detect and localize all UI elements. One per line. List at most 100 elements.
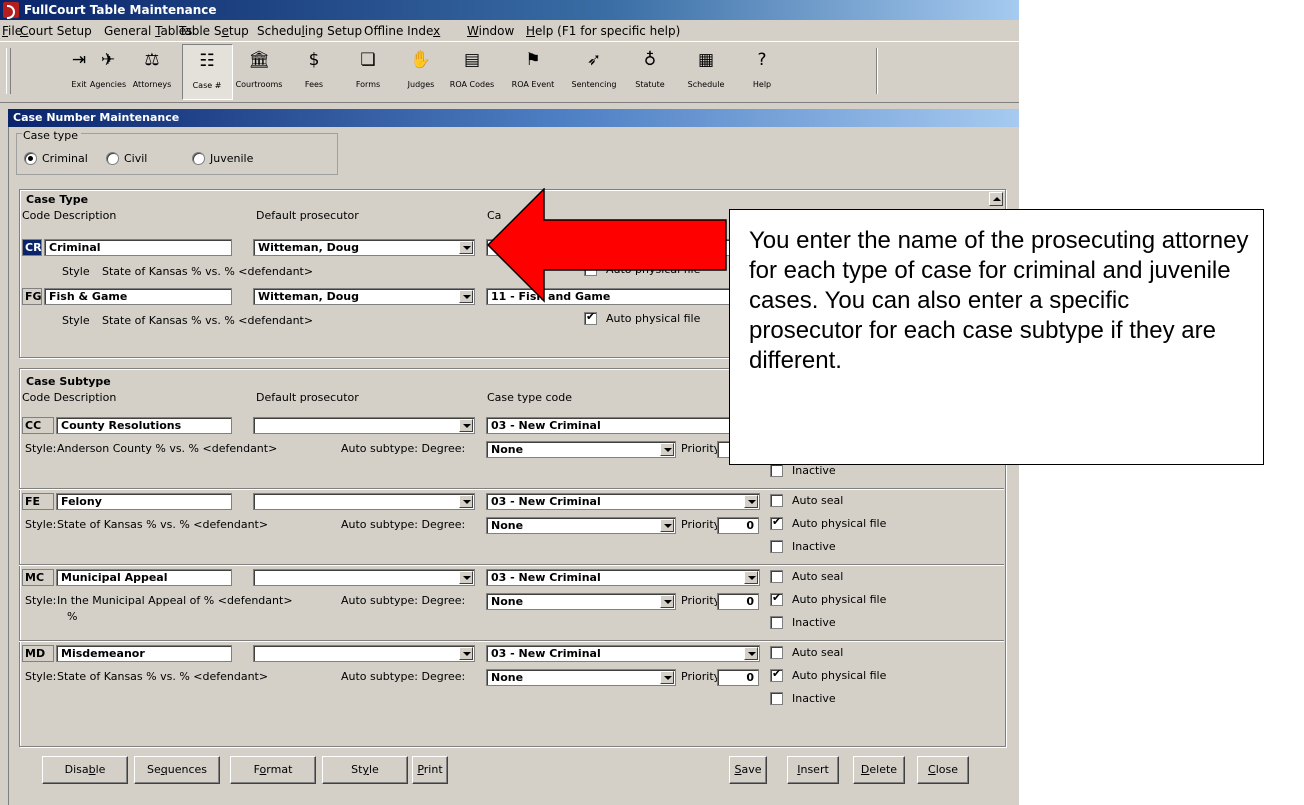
row-code-fe[interactable]: FE bbox=[22, 493, 54, 510]
degree-select[interactable]: None bbox=[486, 669, 676, 686]
sequences-button[interactable]: Sequences bbox=[134, 756, 220, 784]
default-prosecutor-select[interactable] bbox=[253, 645, 475, 662]
delete-button[interactable]: Delete bbox=[853, 756, 905, 784]
row-code-fg[interactable]: FG bbox=[22, 288, 42, 305]
menu-label-post: ourt Setup bbox=[28, 24, 92, 38]
toolbar-forms-button[interactable]: ❏ Forms bbox=[344, 44, 393, 98]
description-field[interactable]: County Resolutions bbox=[56, 417, 232, 434]
description-field[interactable]: Misdemeanor bbox=[56, 645, 232, 662]
toolbar-roa-event-button[interactable]: ⚑ ROA Event bbox=[505, 44, 562, 98]
case-type-code-select[interactable]: 03 - New Criminal bbox=[486, 493, 760, 510]
toolbar-agencies-button[interactable]: ✈ Agencies bbox=[88, 44, 128, 98]
auto-seal-checkbox[interactable] bbox=[770, 570, 783, 583]
chevron-down-icon[interactable] bbox=[459, 571, 473, 584]
toolbar-attorneys-button[interactable]: ⚖ Attorneys bbox=[127, 44, 177, 98]
auto-physical-file-checkbox[interactable] bbox=[770, 591, 783, 606]
row-code-cr[interactable]: CR bbox=[22, 239, 42, 256]
menu-label-pre: Offline Inde bbox=[364, 24, 434, 38]
toolbar-fees-button[interactable]: $ Fees bbox=[289, 44, 339, 98]
sentencing-icon: ➶ bbox=[586, 50, 602, 70]
menu-table-3[interactable]: Table Setup bbox=[179, 24, 249, 38]
toolbar-judges-button[interactable]: ✋ Judges bbox=[398, 44, 445, 98]
chevron-down-icon[interactable] bbox=[660, 595, 674, 608]
toolbar-sentencing-button[interactable]: ➶ Sentencing bbox=[568, 44, 620, 98]
scroll-up-button[interactable] bbox=[989, 192, 1003, 206]
chevron-down-icon[interactable] bbox=[660, 519, 674, 532]
description-field[interactable]: Fish & Game bbox=[44, 288, 232, 305]
inactive-checkbox[interactable] bbox=[770, 616, 783, 629]
toolbar-grip[interactable] bbox=[6, 48, 11, 94]
default-prosecutor-select[interactable] bbox=[253, 417, 475, 434]
row-code-md[interactable]: MD bbox=[22, 645, 54, 662]
toolbar-courtrooms-button[interactable]: 🏛 Courtrooms bbox=[234, 44, 285, 98]
menu-help-7[interactable]: Help (F1 for specific help) bbox=[526, 24, 680, 38]
menu-label-post: elp (F1 for specific help) bbox=[535, 24, 681, 38]
inactive-checkbox[interactable] bbox=[770, 464, 783, 477]
case-type-code-select[interactable]: 03 - New Criminal bbox=[486, 645, 760, 662]
inactive-checkbox[interactable] bbox=[770, 692, 783, 705]
save-button[interactable]: Save bbox=[729, 756, 767, 784]
style-button[interactable]: Style bbox=[322, 756, 408, 784]
priority-field[interactable]: 0 bbox=[717, 517, 759, 534]
button-label-post: uences bbox=[167, 763, 207, 776]
chevron-down-icon[interactable] bbox=[744, 495, 758, 508]
menu-label-pre: Schedu bbox=[257, 24, 302, 38]
auto-subtype-degree-label: Auto subtype: Degree: bbox=[341, 442, 466, 455]
case-type-code-select[interactable]: 03 - New Criminal bbox=[486, 417, 760, 434]
chevron-down-icon[interactable] bbox=[459, 647, 473, 660]
row-code-cc[interactable]: CC bbox=[22, 417, 54, 434]
default-prosecutor-select[interactable] bbox=[253, 569, 475, 586]
degree-select[interactable]: None bbox=[486, 441, 676, 458]
chevron-down-icon[interactable] bbox=[459, 495, 473, 508]
toolbar-roa-codes-button[interactable]: ▤ ROA Codes bbox=[444, 44, 501, 98]
menu-court-1[interactable]: Court Setup bbox=[20, 24, 92, 38]
description-field[interactable]: Municipal Appeal bbox=[56, 569, 232, 586]
inactive-checkbox[interactable] bbox=[770, 540, 783, 553]
toolbar-statute-button[interactable]: ♁ Statute bbox=[624, 44, 676, 98]
auto-seal-checkbox[interactable] bbox=[770, 646, 783, 659]
chevron-down-icon[interactable] bbox=[660, 443, 674, 456]
close-button[interactable]: Close bbox=[917, 756, 969, 784]
priority-field[interactable]: 0 bbox=[717, 669, 759, 686]
auto-seal-checkbox[interactable] bbox=[770, 494, 783, 507]
button-label-accel: q bbox=[160, 763, 168, 776]
chevron-down-icon[interactable] bbox=[660, 671, 674, 684]
radio-criminal[interactable] bbox=[24, 152, 37, 165]
chevron-down-icon[interactable] bbox=[744, 647, 758, 660]
default-prosecutor-select[interactable]: Witteman, Doug bbox=[253, 239, 475, 256]
toolbar-case-button[interactable]: ☷ Case # bbox=[181, 44, 233, 100]
menu-scheduling-4[interactable]: Scheduling Setup bbox=[257, 24, 362, 38]
print-button[interactable]: Print bbox=[412, 756, 448, 784]
menu-window-6[interactable]: Window bbox=[467, 24, 514, 38]
toolbar-help-button[interactable]: ? Help bbox=[737, 44, 787, 98]
menu-offline-5[interactable]: Offline Index bbox=[364, 24, 440, 38]
toolbar-label: Courtrooms bbox=[235, 80, 283, 89]
priority-field[interactable]: 0 bbox=[717, 593, 759, 610]
chevron-down-icon[interactable] bbox=[459, 290, 473, 303]
radio-civil[interactable] bbox=[106, 152, 119, 165]
auto-physical-file-checkbox[interactable] bbox=[584, 310, 597, 325]
chevron-down-icon[interactable] bbox=[459, 241, 473, 254]
case-type-code-select[interactable]: 03 - New Criminal bbox=[486, 569, 760, 586]
menu-label-accel: x bbox=[433, 24, 441, 38]
button-label-post: ave bbox=[741, 763, 762, 776]
format-button[interactable]: Format bbox=[230, 756, 316, 784]
description-field[interactable]: Felony bbox=[56, 493, 232, 510]
row-code-mc[interactable]: MC bbox=[22, 569, 54, 586]
case-number-icon: ☷ bbox=[199, 51, 215, 71]
radio-juvenile[interactable] bbox=[192, 152, 205, 165]
default-prosecutor-select[interactable] bbox=[253, 493, 475, 510]
chevron-down-icon[interactable] bbox=[744, 571, 758, 584]
description-field[interactable]: Criminal bbox=[44, 239, 232, 256]
default-prosecutor-select[interactable]: Witteman, Doug bbox=[253, 288, 475, 305]
toolbar-schedule-button[interactable]: ▦ Schedule bbox=[680, 44, 732, 98]
button-label-post: nsert bbox=[800, 763, 829, 776]
disable-button[interactable]: Disable bbox=[42, 756, 128, 784]
chevron-down-icon[interactable] bbox=[459, 419, 473, 432]
insert-button[interactable]: Insert bbox=[787, 756, 839, 784]
app-icon bbox=[3, 2, 19, 19]
auto-physical-file-checkbox[interactable] bbox=[770, 667, 783, 682]
degree-select[interactable]: None bbox=[486, 517, 676, 534]
degree-select[interactable]: None bbox=[486, 593, 676, 610]
auto-physical-file-checkbox[interactable] bbox=[770, 515, 783, 530]
